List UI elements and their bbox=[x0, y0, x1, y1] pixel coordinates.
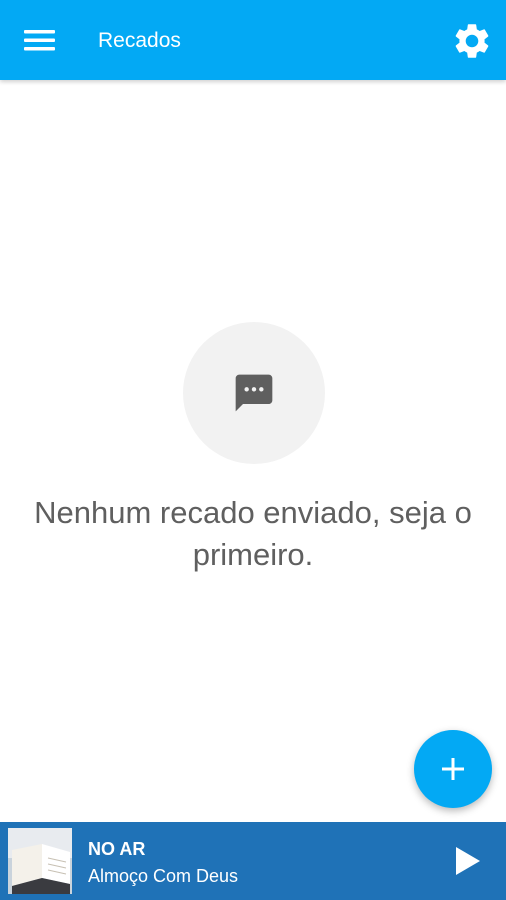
settings-button[interactable] bbox=[446, 16, 496, 66]
menu-button[interactable] bbox=[14, 18, 66, 62]
hamburger-menu-icon bbox=[24, 30, 55, 51]
play-icon bbox=[456, 847, 480, 875]
gear-icon bbox=[455, 24, 489, 58]
now-playing-bar[interactable]: NO AR Almoço Com Deus bbox=[0, 822, 506, 900]
plus-icon bbox=[442, 758, 464, 780]
open-book-image bbox=[8, 828, 72, 894]
play-button[interactable] bbox=[446, 840, 488, 882]
chat-bubble-icon bbox=[235, 374, 273, 412]
program-title: Almoço Com Deus bbox=[88, 866, 239, 886]
program-thumbnail bbox=[8, 828, 72, 894]
empty-state-message: Nenhum recado enviado, seja o primeiro. bbox=[34, 495, 472, 572]
add-message-button[interactable] bbox=[414, 730, 492, 808]
page-title: Recados bbox=[98, 29, 181, 52]
app-bar: Recados bbox=[0, 0, 506, 80]
empty-state-icon-circle bbox=[183, 322, 325, 464]
on-air-label: NO AR bbox=[88, 839, 146, 859]
